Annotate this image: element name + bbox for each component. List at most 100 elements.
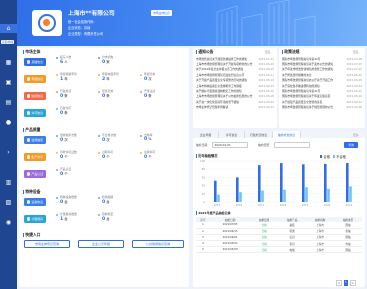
stat-item[interactable]: 年报异常 0 次 xyxy=(144,72,155,82)
inspection-bar-chart: 100 80 60 40 20 0 2015 2016 2017 2018 2019 2020 2021 xyxy=(200,159,360,207)
list-item[interactable]: 上海市特种设备安全监督检查工作通报 2021-06-15 xyxy=(196,83,274,88)
stat-item[interactable]: 行政许可 0 条 xyxy=(60,106,71,116)
user-icon[interactable]: ● xyxy=(4,118,13,127)
list-item[interactable]: 关于进一步优化营商环境的若干措施 2021-06-03 xyxy=(196,99,274,104)
stat-value: 0 次 xyxy=(60,138,68,143)
category-chip[interactable]: 年报信息 xyxy=(24,75,46,83)
category-chip[interactable]: 信用信息 xyxy=(24,92,46,100)
stat-item[interactable]: 经营异常 0 条 xyxy=(102,89,113,99)
table-row[interactable]: 5 2021/05/09 合格 电线 上海市 国抽 xyxy=(196,246,362,254)
stat-item[interactable]: 有效许可证数 0 个 xyxy=(60,150,77,160)
list-item[interactable]: 关于印发市场监管领域信用监管工作的通知 2021-07-02 xyxy=(282,67,362,72)
list-item[interactable]: 市场监管总局关于加强监督抽查工作的通知 2021-07-01 xyxy=(196,56,274,61)
tab-penalty[interactable]: 行政处罚信息 xyxy=(245,131,273,138)
search-button[interactable]: 查询 xyxy=(344,141,358,148)
stat-item[interactable]: 不合格次数 0 次 xyxy=(102,133,116,143)
item-date: 2021-06-16 xyxy=(346,94,362,99)
x-tick-label: 2017 xyxy=(258,203,265,207)
section-title: 市场主体 xyxy=(23,49,40,55)
stat-item[interactable]: 过期许可 0 个 xyxy=(102,150,113,160)
stat-item[interactable]: 计量器具数量 1 台 xyxy=(60,212,77,222)
stat-item[interactable]: 检验超期 0 台 xyxy=(102,195,113,205)
stat-item[interactable]: 特种设备数量 0 台 xyxy=(60,195,77,205)
stat-item[interactable]: 行政处罚 0 条 xyxy=(60,89,71,99)
pager-page[interactable]: 1 xyxy=(343,280,348,286)
expand-icon[interactable]: › xyxy=(4,148,13,157)
tab-bar: 企业年报 许可信息 行政处罚信息 抽检检查信息 更多 xyxy=(193,131,365,138)
list-item[interactable]: 关于修改部分规章的决定 2021-06-30 xyxy=(282,72,362,77)
people-icon[interactable]: ◉ xyxy=(4,218,13,227)
stat-item[interactable]: 年报填报年份 1 年 xyxy=(60,72,77,82)
item-date: 2021-06-08 xyxy=(258,94,274,99)
stat-item[interactable]: 强制检定 0 台 xyxy=(102,212,113,222)
date-filter-input[interactable]: 2020-01-01 xyxy=(212,141,248,148)
x-tick-label: 2018 xyxy=(280,203,287,207)
category-chip[interactable]: 许可信息 xyxy=(24,109,46,117)
company-type: 企业类型：有限责任公司 xyxy=(68,32,104,36)
section-title: 快捷入口 xyxy=(23,232,40,238)
category-chip[interactable]: 生产许可 xyxy=(24,153,46,161)
list-item[interactable]: 上海市市场监督管理局行政处罚信息公开 2021-06-21 xyxy=(196,72,274,77)
list-item[interactable]: 关于开展产品质量安全专项整治行动的通知 2021-06-18 xyxy=(196,78,274,83)
list-item[interactable]: 国家市场监督管理总局办公厅关于开展工作 2021-06-28 xyxy=(282,78,362,83)
quick-link[interactable]: 市场主体登记查询 xyxy=(24,240,70,248)
item-date: 2021-06-20 xyxy=(346,89,362,94)
policy-more-link[interactable]: 更多 xyxy=(353,50,359,54)
policy-list: 国家市场监督管理总局令第42号 2021-07-08 国家市场监督管理总局关于发布公… xyxy=(282,56,362,110)
result-filter-select[interactable] xyxy=(274,141,310,148)
list-item[interactable]: 国家市场监督管理总局关于规范管理的公告 2021-06-08 xyxy=(282,105,362,110)
bar xyxy=(349,186,352,202)
list-item[interactable]: 关于深化改革推进便利化的通知 2021-06-24 xyxy=(282,83,362,88)
item-title: 关于印发市场监管领域信用监管工作的通知 xyxy=(282,67,334,72)
item-date: 2021-06-29 xyxy=(258,62,274,67)
tab-inspection[interactable]: 抽检检查信息 xyxy=(273,131,301,138)
list-item[interactable]: 上海市市场监督管理局关于开展专项检查的公告 2021-06-29 xyxy=(196,61,274,66)
list-item[interactable]: 市场主体登记管理条例解读 2021-06-01 xyxy=(196,105,274,110)
stat-item[interactable]: 合格率 0 % xyxy=(144,133,152,142)
result-filter-label: 抽检结果： xyxy=(258,143,272,147)
pager-prev[interactable]: < xyxy=(336,280,343,286)
category-chip[interactable]: 计量器具 xyxy=(24,215,46,223)
item-date: 2021-06-30 xyxy=(346,72,362,77)
quick-link[interactable]: 公共信用信息查询 xyxy=(132,240,184,248)
stat-value: 0 条 xyxy=(60,111,68,116)
item-title: 国家市场监督管理总局令第41号 xyxy=(282,89,321,94)
quick-link[interactable]: 企业公示年报 xyxy=(78,240,124,248)
stat-item[interactable]: 分支机构 0 家 xyxy=(102,55,113,65)
folder-icon[interactable]: ▥ xyxy=(4,178,13,187)
list-item[interactable]: 国家市场监督管理总局令第41号 2021-06-20 xyxy=(282,88,362,93)
stat-item[interactable]: 注销许可 0 个 xyxy=(144,150,155,160)
list-item[interactable]: 上海市市场监督管理局关于公布抽查结果的公告 2021-06-08 xyxy=(196,94,274,99)
stat-item[interactable]: 年报未报年份 2 年 xyxy=(102,72,119,82)
stat-item[interactable]: 产品认证 0 个 xyxy=(60,167,71,177)
tabs-more-link[interactable]: 更多 xyxy=(353,133,359,137)
list-item[interactable]: 国家市场监督管理总局令第42号 2021-07-08 xyxy=(282,56,362,61)
item-title: 市场监管总局关于加强监督抽查工作的通知 xyxy=(196,56,248,61)
category-chip[interactable]: 产品认证 xyxy=(24,170,46,178)
chart-icon[interactable]: ▧ xyxy=(4,198,13,207)
home-icon[interactable]: ⌂ xyxy=(0,24,17,33)
pager-next[interactable]: > xyxy=(349,280,356,286)
file-icon[interactable]: ▤ xyxy=(4,98,13,107)
date-filter-label: 抽检日期： xyxy=(196,143,210,147)
category-chip[interactable]: 基础信息 xyxy=(24,58,46,66)
tab-annual[interactable]: 企业年报 xyxy=(193,131,219,138)
list-item[interactable]: 关于加强产品质量安全监管的意见 2021-06-12 xyxy=(282,99,362,104)
stat-item[interactable]: 股东人数 6 人 xyxy=(60,55,71,65)
list-item[interactable]: 关于做好计量器具强制检定工作的通知 2021-06-10 xyxy=(196,88,274,93)
company-tag[interactable]: 市场主体信息 xyxy=(151,10,172,16)
category-icon xyxy=(27,94,31,98)
list-item[interactable]: 关于2021年度企业年报公示工作的通知 2021-06-25 xyxy=(196,67,274,72)
list-item[interactable]: 国家市场监督管理总局关于印发实施意见 2021-06-16 xyxy=(282,94,362,99)
stat-item[interactable]: 监督抽查次数 0 次 xyxy=(60,133,77,143)
item-date: 2021-06-21 xyxy=(258,72,274,77)
grid-icon[interactable]: ▦ xyxy=(4,58,13,67)
tab-license[interactable]: 许可信息 xyxy=(219,131,245,138)
category-chip[interactable]: 设备信息 xyxy=(24,198,46,206)
stat-item[interactable]: 严重违法 0 条 xyxy=(144,89,155,99)
bar xyxy=(217,194,220,202)
category-chip[interactable]: 监督抽查 xyxy=(24,136,46,144)
news-more-link[interactable]: 更多 xyxy=(265,50,271,54)
box-icon[interactable]: ▣ xyxy=(4,78,13,87)
list-item[interactable]: 国家市场监督管理总局关于发布公告的通知 2021-07-05 xyxy=(282,61,362,66)
